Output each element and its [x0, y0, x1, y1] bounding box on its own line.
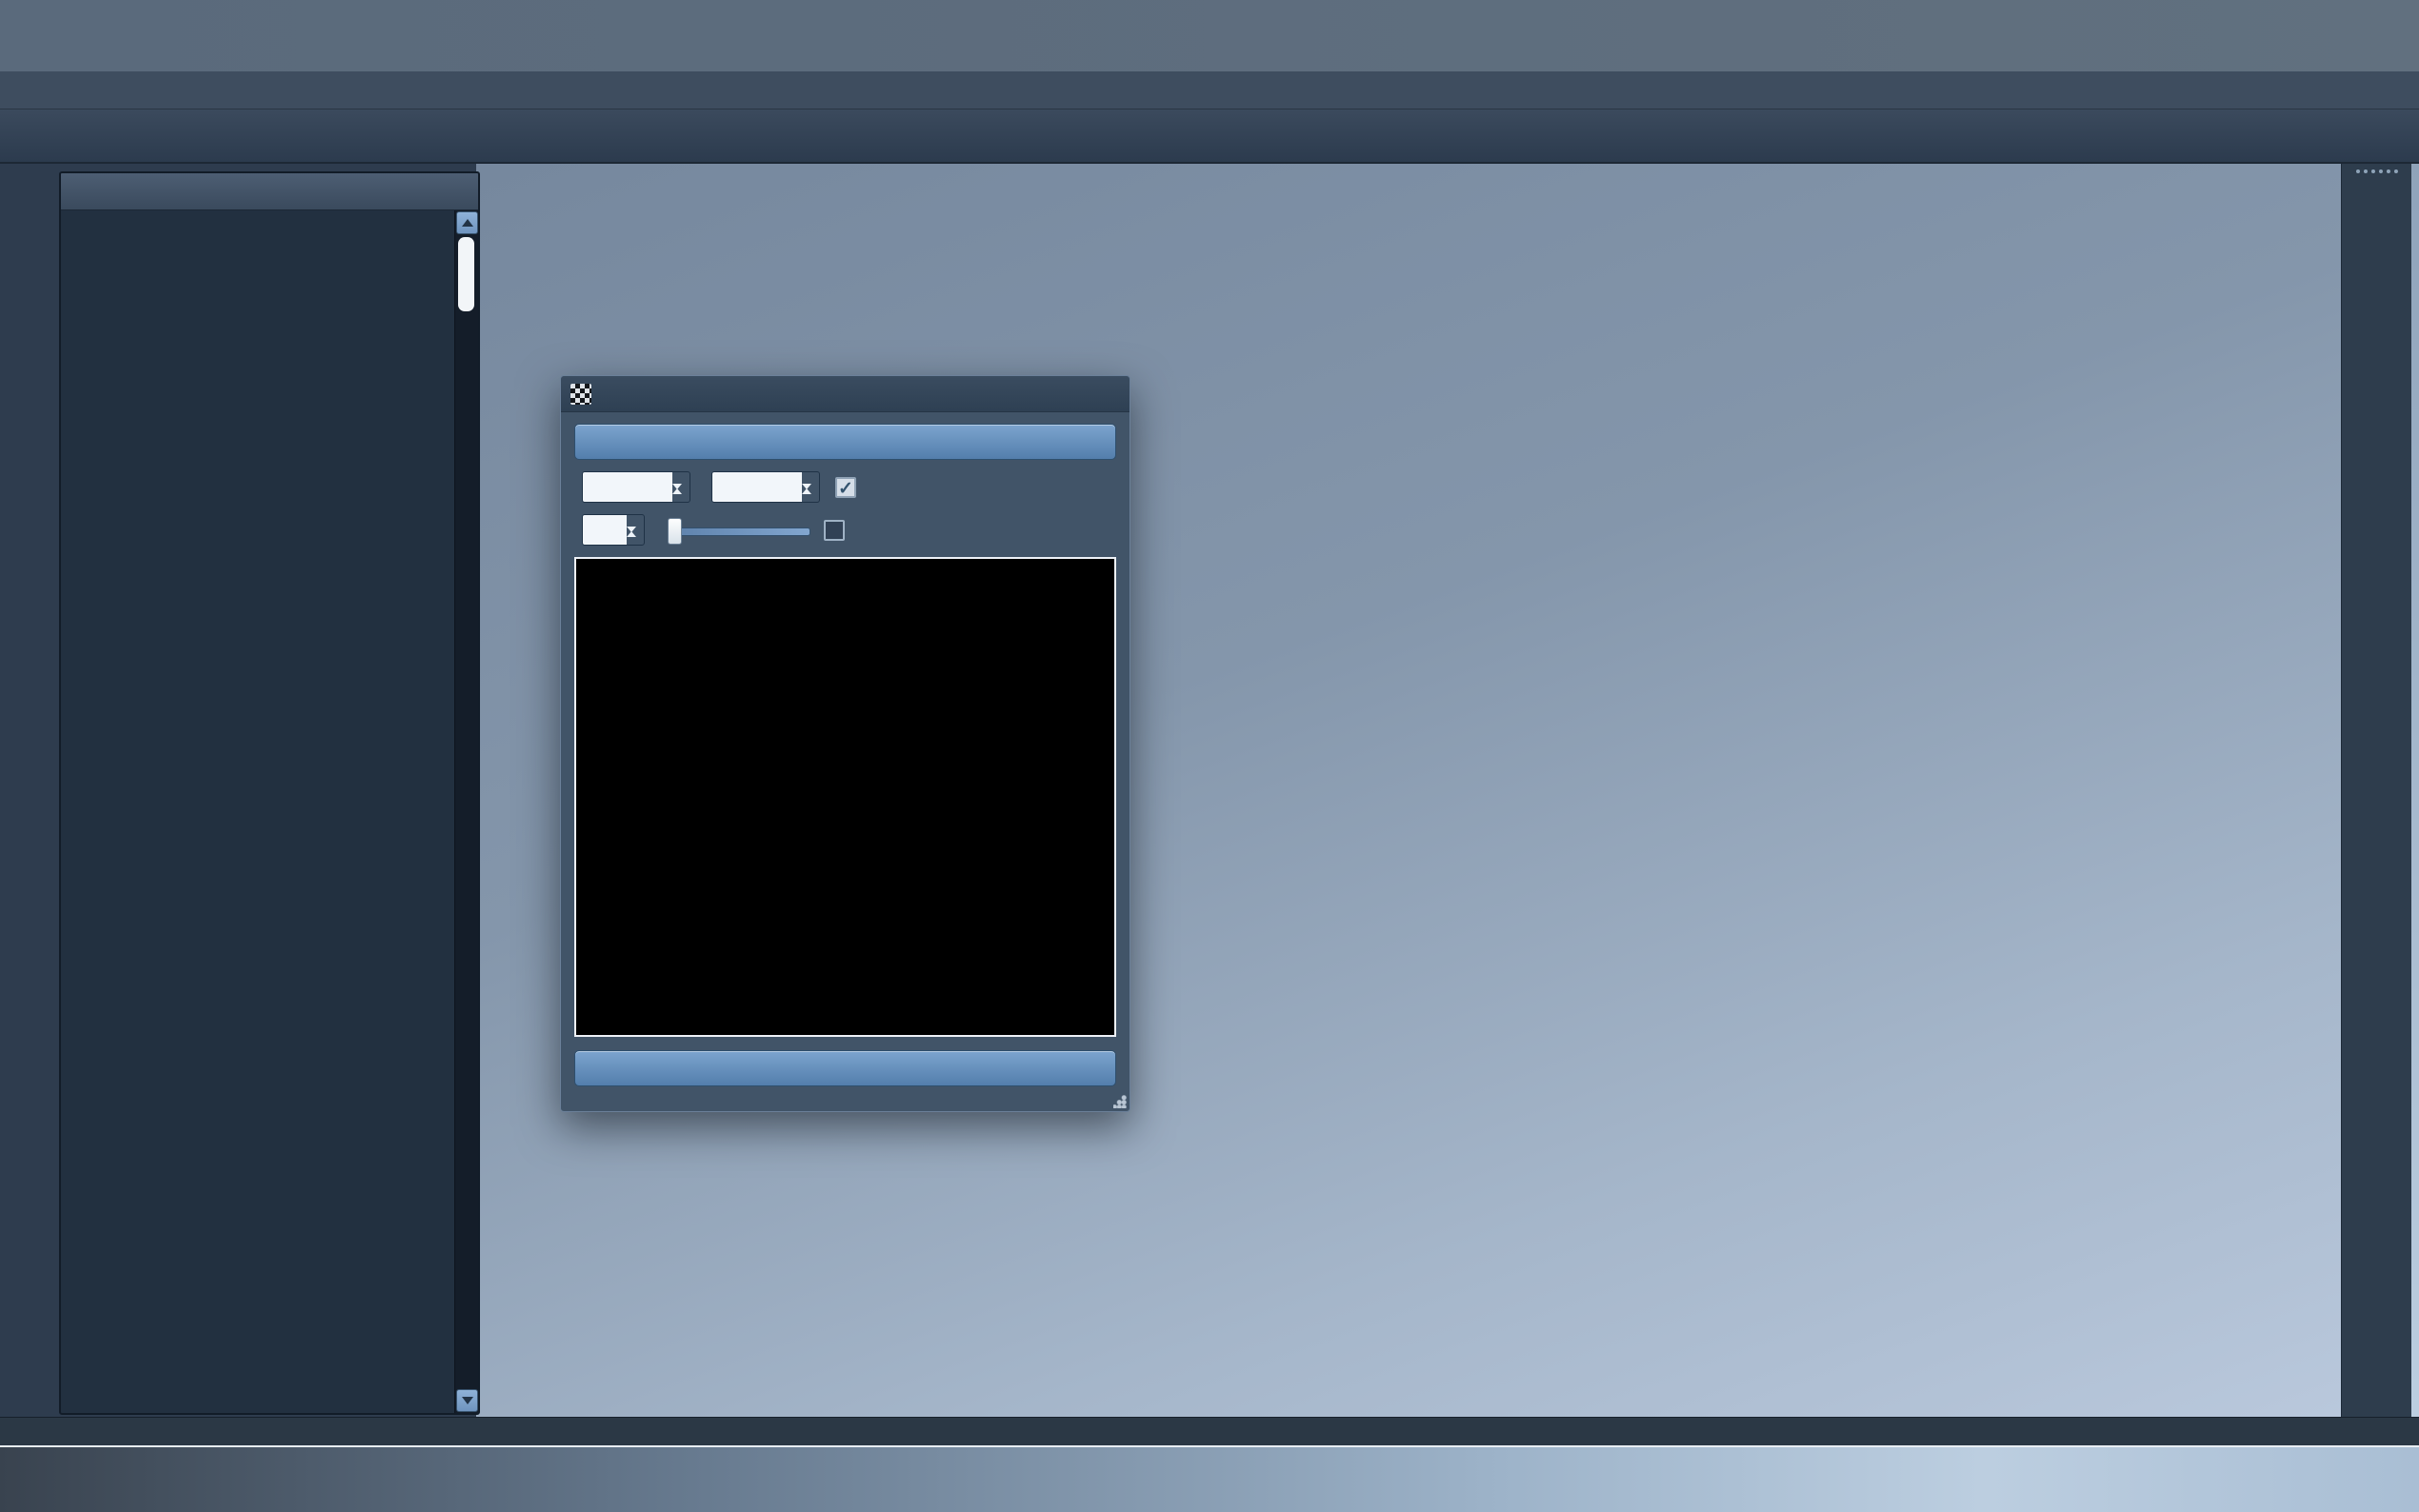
- surface-width-stepper[interactable]: [582, 471, 690, 503]
- status-bar: [0, 1417, 2419, 1445]
- atom-radius-stepper[interactable]: [582, 514, 645, 546]
- graphene-sheet-3d[interactable]: [1171, 192, 1457, 335]
- dialog-lock-icon[interactable]: [1066, 383, 1089, 406]
- resize-grip[interactable]: [1113, 1095, 1127, 1108]
- apps-toolbar: [2341, 164, 2411, 1417]
- surface-height-stepper[interactable]: [711, 471, 820, 503]
- panel-lock-icon[interactable]: [410, 179, 434, 204]
- surface-size-row: ✓: [574, 471, 1116, 503]
- document-view-header[interactable]: [61, 173, 478, 210]
- dialog-close-icon[interactable]: [1097, 383, 1120, 406]
- edit-toolbar: [0, 164, 57, 1417]
- scroll-thumb[interactable]: [458, 237, 474, 311]
- dialog-app-icon: [570, 384, 591, 405]
- menu-bar: [0, 71, 2419, 109]
- document-view-icon: [70, 179, 95, 204]
- workspace: ✓: [0, 164, 2419, 1417]
- detection-row: [574, 514, 1116, 546]
- document-view-panel: [59, 171, 480, 1415]
- constrain-checkbox[interactable]: ✓: [835, 477, 856, 498]
- scroll-down-button[interactable]: [456, 1389, 478, 1412]
- panel-close-icon[interactable]: [444, 179, 469, 204]
- dialog-titlebar[interactable]: [561, 376, 1130, 412]
- stm-image[interactable]: [574, 557, 1116, 1037]
- generate-surface-button[interactable]: [574, 1050, 1116, 1086]
- tree-scrollbar[interactable]: [454, 210, 478, 1413]
- main-toolbar: [0, 109, 2419, 164]
- sensitivity-slider[interactable]: [668, 518, 810, 543]
- pearson-checkbox[interactable]: [824, 520, 845, 541]
- application-window: ✓: [0, 0, 2419, 1512]
- window-title-band: [0, 0, 2419, 71]
- graphene-analyzer-dialog: ✓: [560, 375, 1130, 1112]
- bottom-gradient-band: [0, 1445, 2419, 1512]
- document-tree: [61, 210, 478, 1413]
- right-edge-strip: [2411, 164, 2419, 1417]
- scroll-up-button[interactable]: [456, 211, 478, 234]
- open-image-button[interactable]: [574, 424, 1116, 460]
- dialog-save-icon[interactable]: [1034, 383, 1057, 406]
